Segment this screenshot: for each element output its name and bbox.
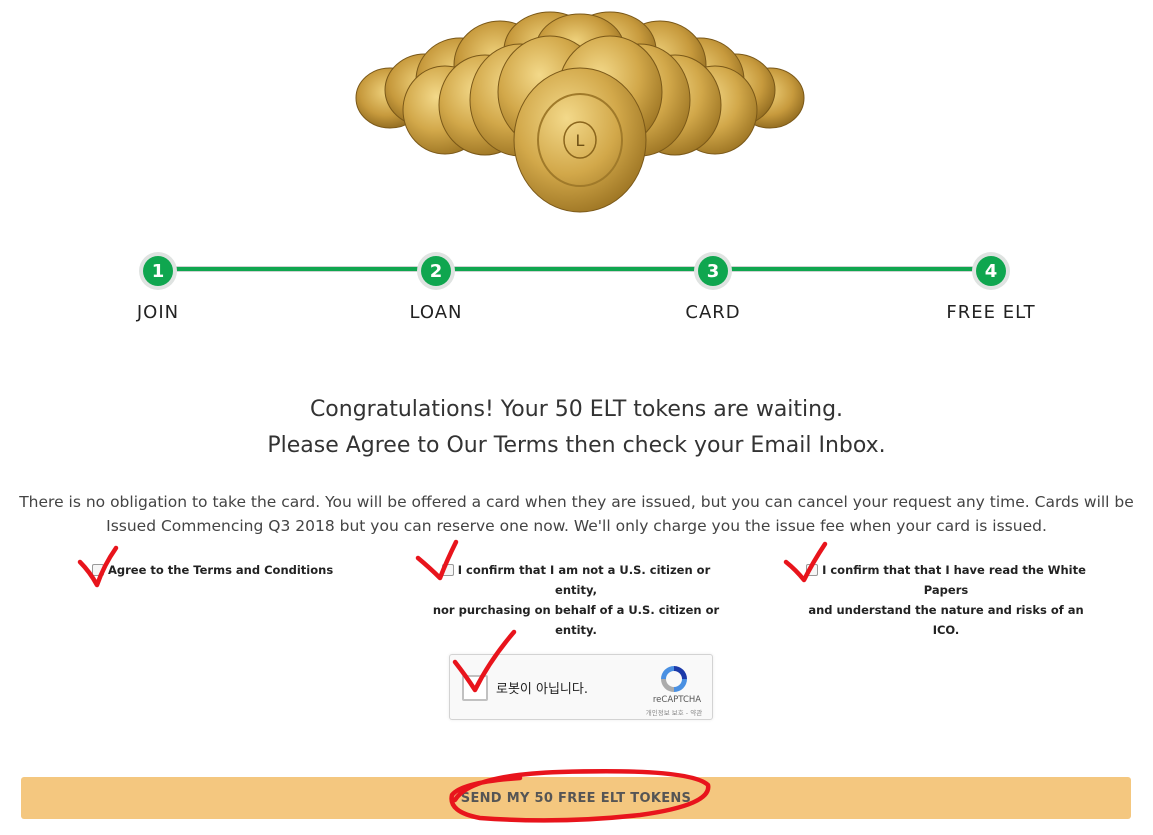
step-1-number: 1 [143, 256, 173, 286]
svg-text:L: L [576, 131, 585, 150]
stepper-track-fill [158, 267, 992, 271]
card-notice: There is no obligation to take the card.… [0, 490, 1153, 538]
card-notice-line-1: There is no obligation to take the card.… [19, 493, 1134, 511]
terms-agreement[interactable]: Agree to the Terms and Conditions [92, 560, 333, 580]
whitepaper-checkbox[interactable] [806, 564, 819, 576]
step-2-label: LOAN [409, 302, 463, 323]
terms-label: Agree to the Terms and Conditions [108, 563, 334, 577]
us-citizen-label-line-2: nor purchasing on behalf of a U.S. citiz… [432, 603, 720, 637]
whitepaper-label-line-2: and understand the nature and risks of a… [808, 603, 1084, 637]
step-3-number: 3 [698, 256, 728, 286]
recaptcha-checkbox[interactable] [462, 675, 488, 701]
step-4-label: FREE ELT [946, 302, 1036, 323]
ethereum-coin-pile-image: L [355, 11, 805, 213]
step-3-marker: 3 [694, 252, 732, 290]
send-tokens-button[interactable]: SEND MY 50 FREE ELT TOKENS [21, 777, 1131, 819]
recaptcha-widget: 로봇이 아닙니다. reCAPTCHA 개인정보 보호 - 약관 [449, 654, 713, 720]
step-1-marker: 1 [139, 252, 177, 290]
us-citizen-label-line-1: I confirm that I am not a U.S. citizen o… [457, 563, 711, 597]
us-citizen-checkbox[interactable] [441, 564, 454, 576]
step-2-number: 2 [421, 256, 451, 286]
recaptcha-brand: reCAPTCHA [652, 695, 702, 705]
step-2-marker: 2 [417, 252, 455, 290]
progress-stepper: 1 2 3 4 JOIN LOAN CARD FREE ELT [0, 240, 1153, 340]
whitepaper-label-line-1: I confirm that that I have read the Whit… [822, 563, 1086, 597]
congrats-heading: Congratulations! Your 50 ELT tokens are … [309, 397, 844, 422]
instructions-heading: Please Agree to Our Terms then check you… [267, 433, 886, 458]
whitepaper-agreement[interactable]: I confirm that that I have read the Whit… [795, 560, 1097, 640]
card-notice-line-2: Issued Commencing Q3 2018 but you can re… [106, 517, 1047, 535]
recaptcha-logo-icon [661, 666, 687, 692]
step-1-label: JOIN [136, 302, 180, 323]
step-4-number: 4 [976, 256, 1006, 286]
us-citizen-agreement[interactable]: I confirm that I am not a U.S. citizen o… [425, 560, 727, 640]
recaptcha-label: 로봇이 아닙니다. [496, 682, 588, 697]
step-4-marker: 4 [972, 252, 1010, 290]
step-3-label: CARD [685, 302, 741, 323]
recaptcha-privacy-terms-links[interactable]: 개인정보 보호 - 약관 [634, 707, 714, 717]
terms-checkbox[interactable] [92, 564, 104, 576]
